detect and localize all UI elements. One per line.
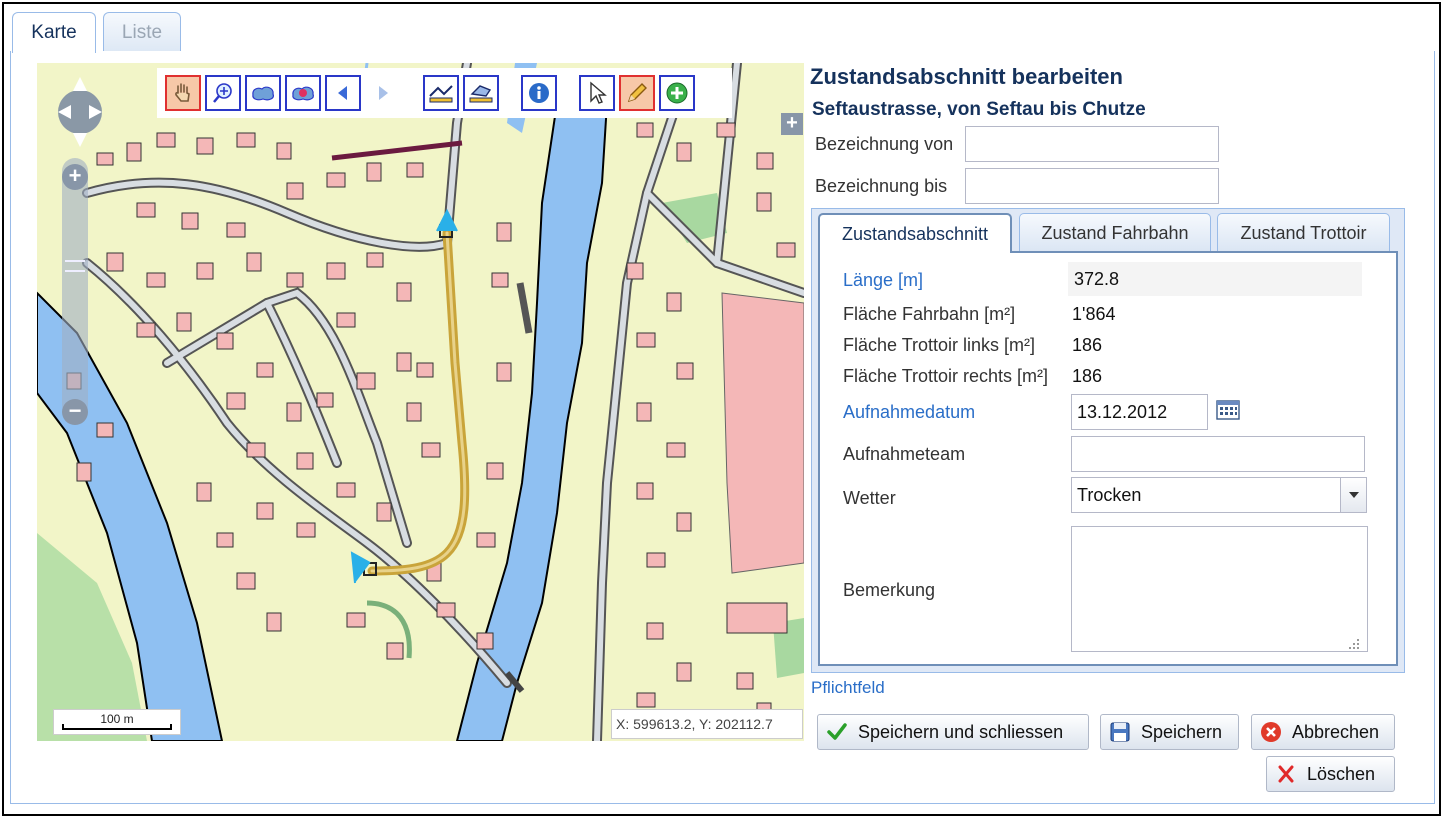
map-scale: 100 m	[53, 709, 181, 735]
zoom-out-icon[interactable]: −	[62, 399, 88, 425]
wetter-label: Wetter	[843, 488, 896, 508]
add-icon[interactable]	[659, 75, 695, 111]
chevron-down-icon[interactable]	[1340, 478, 1366, 512]
tab-zustand-trottoir[interactable]: Zustand Trottoir	[1217, 213, 1390, 251]
bemerkung-textarea[interactable]	[1071, 526, 1368, 652]
trottoir-links-label: Fläche Trottoir links [m²]	[843, 335, 1036, 355]
zoom-extent-icon[interactable]	[245, 75, 281, 111]
save-label: Speichern	[1141, 721, 1223, 742]
forward-icon[interactable]	[365, 75, 401, 111]
form-subtitle: Seftaustrasse, von Seftau bis Chutze	[812, 99, 1146, 120]
aufnahmeteam-input[interactable]	[1071, 436, 1365, 472]
coordinate-readout: X: 599613.2, Y: 202112.7	[611, 709, 803, 739]
zoom-slider-handle[interactable]	[65, 260, 85, 272]
pan-hand-icon[interactable]	[165, 75, 201, 111]
map-canvas[interactable]	[37, 63, 804, 741]
bezeichnung-bis-input[interactable]	[965, 168, 1219, 204]
delete-label: Löschen	[1307, 763, 1376, 784]
cancel-button[interactable]: Abbrechen	[1251, 714, 1395, 750]
map-view[interactable]: + − + 100 m X: 599613.2, Y: 202112.7	[37, 63, 804, 741]
form-title: Zustandsabschnitt bearbeiten	[810, 64, 1123, 89]
aufnahmedatum-input[interactable]	[1071, 394, 1208, 430]
save-button[interactable]: Speichern	[1100, 714, 1239, 750]
save-close-label: Speichern und schliessen	[858, 721, 1064, 742]
bezeichnung-von-label: Bezeichnung von	[815, 134, 954, 154]
bezeichnung-von-input[interactable]	[965, 126, 1219, 162]
floppy-disk-icon	[1109, 721, 1131, 743]
wetter-selected-value: Trocken	[1077, 485, 1142, 505]
delete-button[interactable]: Löschen	[1266, 756, 1395, 792]
tab-zustandsabschnitt[interactable]: Zustandsabschnitt	[818, 213, 1012, 253]
flaeche-fahrbahn-label: Fläche Fahrbahn [m²]	[843, 304, 1016, 324]
required-field-note: Pflichtfeld	[811, 678, 885, 697]
tab-karte[interactable]: Karte	[12, 12, 96, 53]
bezeichnung-bis-label: Bezeichnung bis	[815, 176, 948, 196]
resize-grip-icon[interactable]	[1348, 634, 1360, 655]
aufnahmeteam-label: Aufnahmeteam	[843, 444, 966, 464]
edit-pencil-icon[interactable]	[619, 75, 655, 111]
trottoir-rechts-value: 186	[1072, 366, 1103, 386]
aufnahmedatum-label: Aufnahmedatum	[843, 402, 976, 422]
measure-line-icon[interactable]	[423, 75, 459, 111]
cancel-label: Abbrechen	[1292, 721, 1380, 742]
tab-zustand-fahrbahn[interactable]: Zustand Fahrbahn	[1019, 213, 1211, 251]
measure-area-icon[interactable]	[463, 75, 499, 111]
wetter-select[interactable]: Trocken	[1071, 477, 1367, 513]
zoom-slider[interactable]	[62, 158, 88, 418]
zoom-in-icon[interactable]	[205, 75, 241, 111]
trottoir-rechts-label: Fläche Trottoir rechts [m²]	[843, 366, 1049, 386]
laenge-label: Länge [m]	[843, 270, 924, 290]
info-icon[interactable]	[521, 75, 557, 111]
checkmark-icon	[826, 721, 848, 743]
save-close-button[interactable]: Speichern und schliessen	[817, 714, 1089, 750]
pan-navigation-icon[interactable]	[55, 69, 105, 155]
back-icon[interactable]	[325, 75, 361, 111]
zoom-selection-icon[interactable]	[285, 75, 321, 111]
flaeche-fahrbahn-value: 1'864	[1072, 304, 1116, 324]
laenge-value: 372.8	[1074, 269, 1120, 289]
map-toolbar	[157, 68, 732, 118]
delete-x-icon	[1275, 763, 1297, 785]
calendar-icon[interactable]	[1215, 398, 1241, 427]
bemerkung-label: Bemerkung	[843, 580, 936, 600]
layer-switcher-icon[interactable]: +	[781, 113, 803, 135]
trottoir-links-value: 186	[1072, 335, 1103, 355]
cancel-circle-icon	[1260, 721, 1282, 743]
select-icon[interactable]	[579, 75, 615, 111]
zoom-in-icon[interactable]: +	[62, 164, 88, 190]
tab-liste[interactable]: Liste	[103, 12, 181, 52]
